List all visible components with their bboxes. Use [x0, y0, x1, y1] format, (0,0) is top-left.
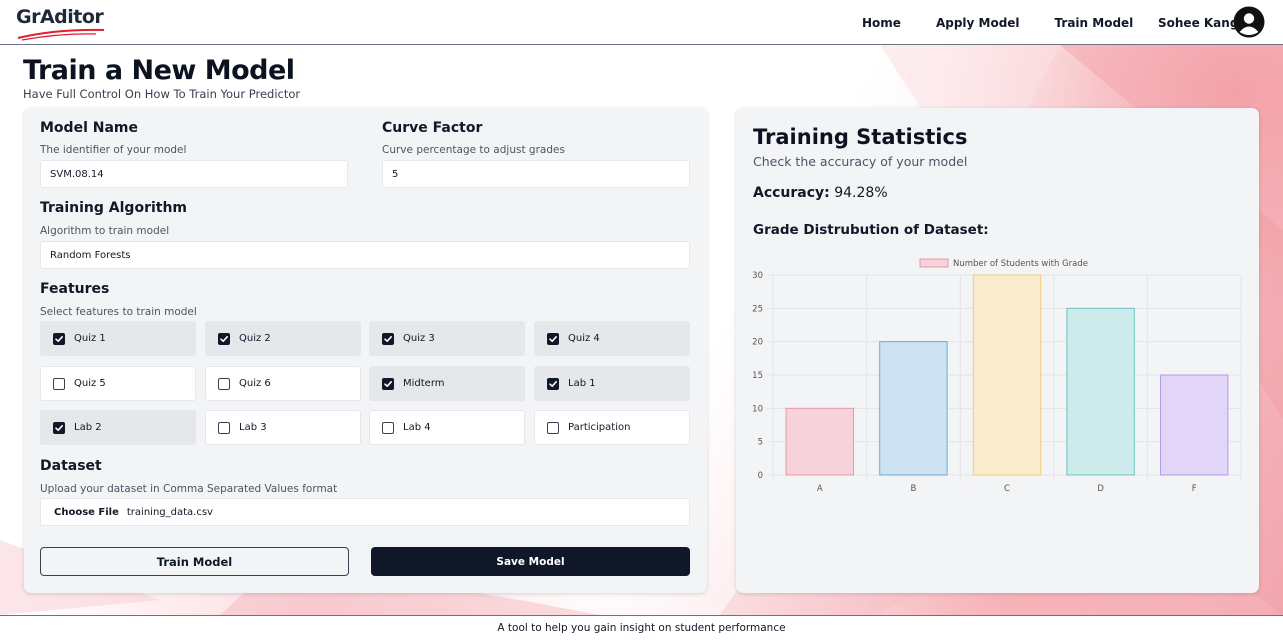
page-title: Train a New Model: [23, 55, 295, 86]
bar-f: [1160, 374, 1229, 476]
features-label: Features: [40, 281, 110, 297]
y-tick-label: 5: [758, 438, 763, 448]
bar-d: [1066, 307, 1135, 476]
dataset-label: Dataset: [40, 458, 102, 474]
save-model-button[interactable]: Save Model: [371, 547, 690, 576]
grade-distribution-chart: 0 5 10 15 20 25 30 A B C D F Number of Students with…: [752, 258, 1242, 494]
dataset-help: Upload your dataset in Comma Separated V…: [40, 483, 338, 495]
training-statistics-panel: Training Statistics Check the accuracy o…: [736, 108, 1259, 593]
curve-factor-label: Curve Factor: [382, 120, 483, 136]
model-name-label: Model Name: [40, 120, 138, 136]
checkbox-checked-icon[interactable]: [547, 332, 559, 345]
feature-label: Participation: [568, 422, 631, 433]
dataset-file-input[interactable]: Choose File training_data.csv: [40, 498, 690, 526]
y-tick-label: 0: [758, 471, 763, 481]
features-help: Select features to train model: [40, 306, 197, 318]
feature-checkbox-quiz-5[interactable]: Quiz 5: [40, 366, 196, 401]
feature-label: Lab 3: [239, 422, 267, 433]
logo-swoosh-icon: [17, 28, 105, 41]
navbar: GrAditor Home Apply Model Train Model So…: [0, 0, 1283, 45]
feature-label: Lab 2: [74, 422, 102, 433]
footer-text: A tool to help you gain insight on stude…: [497, 622, 786, 634]
train-model-button[interactable]: Train Model: [40, 547, 349, 576]
feature-checkbox-quiz-3[interactable]: Quiz 3: [369, 321, 525, 356]
x-tick-label: A: [817, 484, 823, 494]
y-tick-label: 25: [752, 304, 763, 314]
y-tick-label: 20: [752, 338, 763, 348]
feature-label: Quiz 5: [74, 378, 106, 389]
training-algorithm-label: Training Algorithm: [40, 200, 188, 216]
feature-label: Quiz 1: [74, 333, 106, 344]
user-avatar-icon[interactable]: [1233, 6, 1265, 38]
feature-checkbox-lab-1[interactable]: Lab 1: [534, 366, 690, 401]
app-logo[interactable]: GrAditor: [16, 5, 108, 41]
nav-links: Home Apply Model Train Model: [862, 16, 1168, 30]
bar-b: [879, 341, 948, 476]
curve-factor-help: Curve percentage to adjust grades: [382, 144, 565, 156]
training-algorithm-help: Algorithm to train model: [40, 225, 170, 237]
y-tick-label: 15: [752, 371, 763, 381]
feature-checkbox-lab-3[interactable]: Lab 3: [205, 410, 361, 445]
train-model-form: Model Name The identifier of your model …: [24, 108, 707, 593]
feature-label: Midterm: [403, 378, 445, 389]
checkbox-empty-icon[interactable]: [53, 377, 65, 390]
bar-a: [785, 407, 854, 476]
feature-checkbox-quiz-6[interactable]: Quiz 6: [205, 366, 361, 401]
page-subtitle: Have Full Control On How To Train Your P…: [23, 87, 301, 101]
feature-label: Quiz 6: [239, 378, 271, 389]
model-name-input[interactable]: [40, 160, 348, 188]
checkbox-empty-icon[interactable]: [218, 377, 230, 390]
checkbox-checked-icon[interactable]: [382, 332, 394, 345]
bar-c: [972, 274, 1042, 476]
checkbox-empty-icon[interactable]: [547, 421, 559, 434]
curve-factor-input[interactable]: [382, 160, 690, 188]
checkbox-checked-icon[interactable]: [382, 377, 394, 390]
nav-home-link[interactable]: Home: [862, 16, 901, 30]
training-algorithm-input[interactable]: [40, 241, 690, 269]
nav-train-model-link[interactable]: Train Model: [1055, 16, 1134, 30]
feature-checkbox-participation[interactable]: Participation: [534, 410, 690, 445]
feature-checkbox-lab-4[interactable]: Lab 4: [369, 410, 525, 445]
y-tick-label: 10: [752, 404, 763, 414]
feature-label: Lab 4: [403, 422, 431, 433]
feature-label: Quiz 4: [568, 333, 600, 344]
feature-checkbox-midterm[interactable]: Midterm: [369, 366, 525, 401]
model-name-help: The identifier of your model: [40, 144, 187, 156]
feature-label: Lab 1: [568, 378, 596, 389]
choose-file-button[interactable]: Choose File: [54, 507, 119, 518]
feature-label: Quiz 3: [403, 333, 435, 344]
checkbox-checked-icon[interactable]: [218, 332, 230, 345]
feature-checkbox-quiz-1[interactable]: Quiz 1: [40, 321, 196, 356]
x-tick-label: D: [1097, 484, 1104, 494]
legend-swatch: [919, 258, 949, 268]
checkbox-empty-icon[interactable]: [218, 421, 230, 434]
nav-apply-model-link[interactable]: Apply Model: [936, 16, 1020, 30]
feature-checkbox-lab-2[interactable]: Lab 2: [40, 410, 196, 445]
feature-checkbox-quiz-2[interactable]: Quiz 2: [205, 321, 361, 356]
footer: A tool to help you gain insight on stude…: [0, 615, 1283, 641]
legend-label: Number of Students with Grade: [953, 259, 1088, 269]
checkbox-checked-icon[interactable]: [53, 332, 65, 345]
feature-label: Quiz 2: [239, 333, 271, 344]
x-tick-label: F: [1192, 484, 1197, 494]
checkbox-empty-icon[interactable]: [382, 421, 394, 434]
checkbox-checked-icon[interactable]: [53, 421, 65, 434]
feature-checkbox-quiz-4[interactable]: Quiz 4: [534, 321, 690, 356]
x-tick-label: B: [910, 484, 916, 494]
selected-file-name: training_data.csv: [126, 506, 213, 518]
x-tick-label: C: [1004, 484, 1010, 494]
user-name[interactable]: Sohee Kang: [1158, 16, 1238, 30]
y-tick-label: 30: [752, 271, 763, 281]
checkbox-checked-icon[interactable]: [547, 377, 559, 390]
